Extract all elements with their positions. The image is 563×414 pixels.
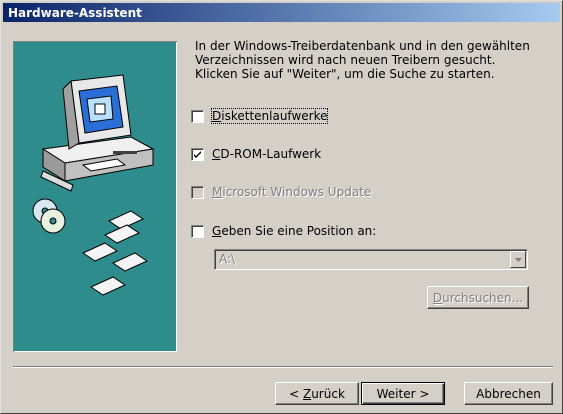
location-combobox-value: A:\ bbox=[219, 252, 236, 266]
location-checkbox[interactable] bbox=[191, 224, 204, 238]
intro-line: Verzeichnissen wird nach neuen Treibern … bbox=[195, 53, 496, 67]
back-button[interactable]: < Zurück bbox=[275, 382, 359, 405]
location-label: Geben Sie eine Position an: bbox=[212, 224, 377, 238]
windows-update-checkbox[interactable] bbox=[191, 185, 204, 199]
intro-line: In der Windows-Treiberdatenbank und in d… bbox=[195, 39, 530, 53]
cdrom-option[interactable]: CD-ROM-Laufwerk bbox=[191, 146, 321, 162]
intro-line: Klicken Sie auf "Weiter", um die Suche z… bbox=[195, 67, 495, 81]
location-option[interactable]: Geben Sie eine Position an: bbox=[191, 223, 376, 239]
cdrom-checkbox[interactable] bbox=[191, 147, 204, 161]
floppy-label: Diskettenlaufwerke bbox=[210, 108, 329, 124]
floppy-checkbox[interactable] bbox=[191, 109, 204, 123]
dropdown-arrow-button[interactable] bbox=[510, 251, 526, 268]
title-bar: Hardware-Assistent bbox=[3, 3, 560, 22]
intro-text: In der Windows-Treiberdatenbank und in d… bbox=[195, 39, 545, 81]
cdrom-label: CD-ROM-Laufwerk bbox=[212, 147, 322, 161]
dropdown-arrow-icon bbox=[514, 257, 522, 262]
browse-button[interactable]: Durchsuchen... bbox=[427, 286, 529, 309]
wizard-illustration bbox=[13, 41, 177, 352]
location-combobox[interactable]: A:\ bbox=[214, 249, 528, 270]
back-button-label: < Zurück bbox=[289, 386, 345, 401]
next-button[interactable]: Weiter > bbox=[361, 382, 445, 405]
windows-update-option[interactable]: Microsoft Windows Update bbox=[191, 184, 371, 200]
next-button-label: Weiter > bbox=[376, 386, 430, 401]
floppy-option[interactable]: Diskettenlaufwerke bbox=[191, 108, 329, 124]
cancel-button-label: Abbrechen bbox=[476, 386, 541, 401]
wizard-window: Hardware-Assistent In der Windows-Treibe… bbox=[0, 0, 563, 414]
checkmark-icon bbox=[194, 150, 201, 158]
window-title: Hardware-Assistent bbox=[8, 6, 142, 20]
windows-update-label: Microsoft Windows Update bbox=[212, 185, 372, 199]
browse-button-label: Durchsuchen... bbox=[432, 290, 524, 305]
hardware-search-illustration-icon bbox=[32, 74, 155, 296]
cancel-button[interactable]: Abbrechen bbox=[464, 382, 553, 405]
button-separator bbox=[13, 366, 553, 368]
